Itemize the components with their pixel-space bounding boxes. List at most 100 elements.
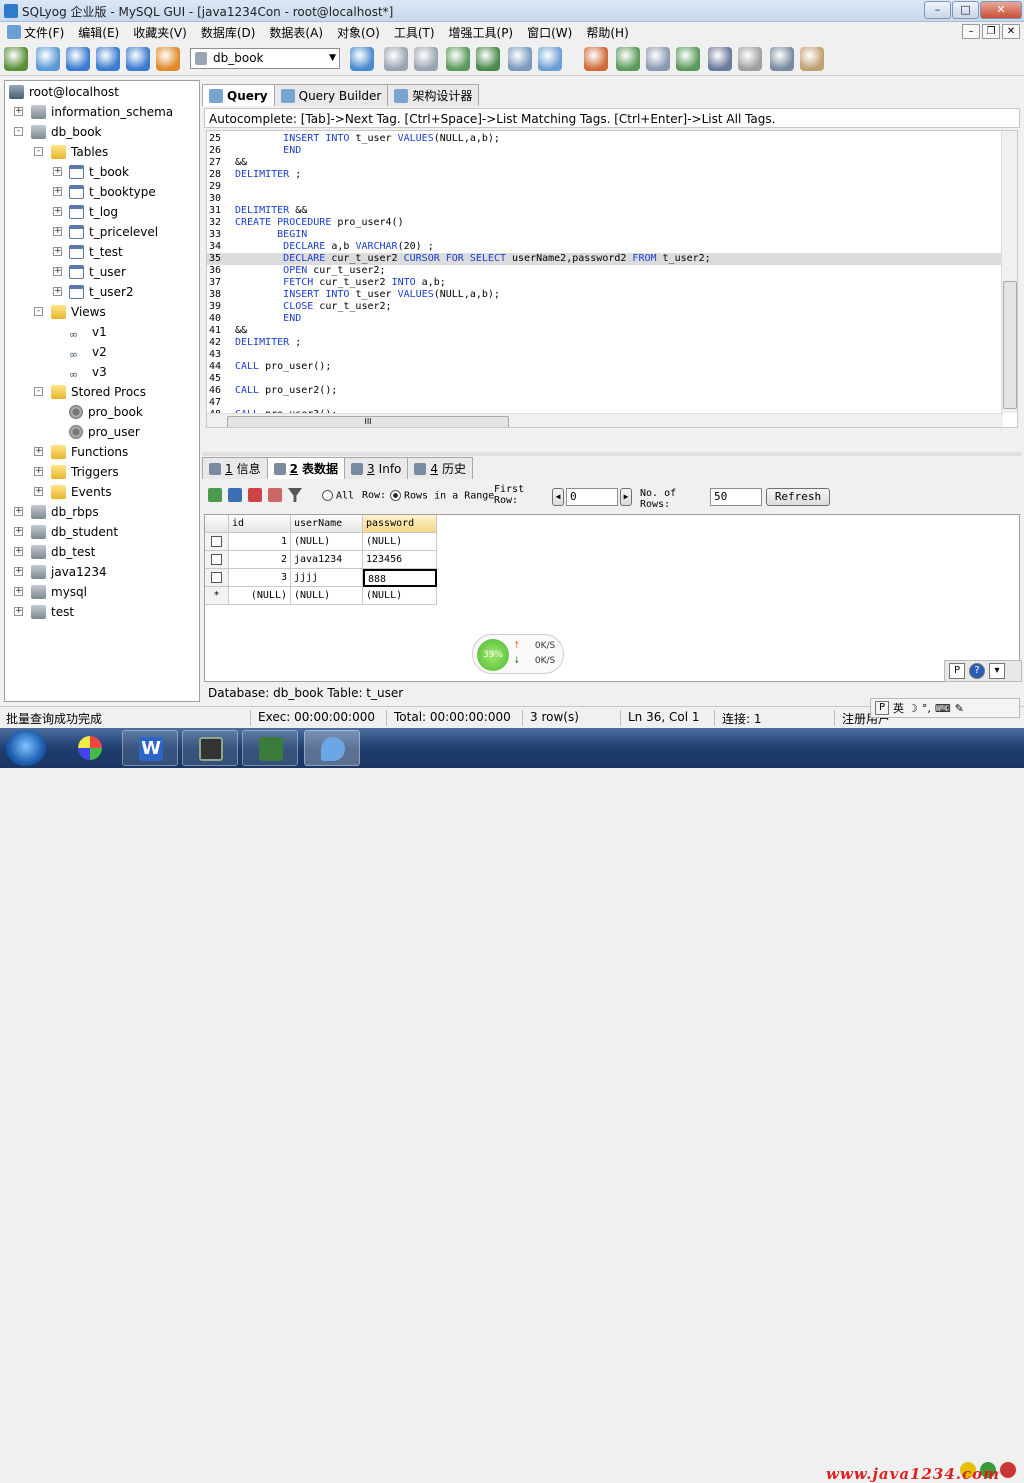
toolbar-button-2[interactable] bbox=[66, 47, 90, 71]
code-line[interactable]: 37 FETCH cur_t_user2 INTO a,b; bbox=[207, 277, 1003, 289]
row-checkbox[interactable] bbox=[211, 535, 222, 547]
result-grid[interactable]: id userName password 1 (NULL) (NULL) 2 java1234… bbox=[204, 514, 1020, 682]
tree-item-views[interactable]: Views bbox=[51, 302, 106, 322]
keyboard-icon[interactable]: ⌨ bbox=[935, 702, 951, 715]
toolbar-button-18[interactable] bbox=[738, 47, 762, 71]
mdi-minimize-button[interactable]: – bbox=[962, 24, 980, 39]
grid-cell[interactable]: 123456 bbox=[363, 551, 437, 569]
tree-item-events[interactable]: Events bbox=[51, 482, 112, 502]
tree-item-db-student[interactable]: db_student bbox=[31, 522, 118, 542]
code-line[interactable]: 26 END bbox=[207, 145, 1003, 157]
object-browser[interactable]: root@localhost + information_schema - db_boo… bbox=[4, 80, 200, 702]
grid-cell[interactable]: (NULL) bbox=[363, 587, 437, 605]
column-header-username[interactable]: userName bbox=[291, 515, 363, 533]
toolbar-button-17[interactable] bbox=[708, 47, 732, 71]
editor-vscroll-thumb[interactable] bbox=[1003, 281, 1017, 409]
tree-item-pro-user[interactable]: pro_user bbox=[69, 422, 140, 442]
code-line[interactable]: 45 bbox=[207, 373, 1003, 385]
menu-item-7[interactable]: 增强工具(P) bbox=[442, 24, 521, 41]
code-line[interactable]: 34 DECLARE a,b VARCHAR(20) ; bbox=[207, 241, 1003, 253]
grid-cell[interactable]: 1 bbox=[229, 533, 291, 551]
filter-icon[interactable] bbox=[288, 488, 302, 502]
expand-icon[interactable]: + bbox=[53, 207, 62, 216]
row-selector[interactable]: * bbox=[205, 587, 229, 605]
result-tab-2[interactable]: 2 表数据 bbox=[266, 457, 346, 479]
ime-mode[interactable]: 英 bbox=[893, 700, 904, 716]
sql-editor[interactable]: 48CALL pro_user3();4746CALL pro_user2();… bbox=[206, 130, 1018, 428]
menu-item-1[interactable]: 编辑(E) bbox=[71, 24, 126, 41]
row-selector[interactable] bbox=[205, 569, 229, 587]
code-line[interactable]: 39 CLOSE cur_t_user2; bbox=[207, 301, 1003, 313]
grid-cell[interactable]: (NULL) bbox=[291, 587, 363, 605]
code-line[interactable]: 28 DELIMITER ; bbox=[207, 169, 1003, 181]
expand-icon[interactable]: + bbox=[14, 567, 23, 576]
tree-item-t-test[interactable]: t_test bbox=[69, 242, 123, 262]
taskbar-terminal[interactable] bbox=[182, 730, 238, 766]
collapse-icon[interactable]: - bbox=[14, 127, 23, 136]
menu-item-2[interactable]: 收藏夹(V) bbox=[126, 24, 194, 41]
delete-row-icon[interactable] bbox=[248, 488, 262, 502]
toolbar-button-15[interactable] bbox=[646, 47, 670, 71]
tree-root-server[interactable]: root@localhost bbox=[9, 82, 119, 102]
database-select[interactable]: db_book ▼ bbox=[190, 48, 340, 69]
expand-icon[interactable]: + bbox=[14, 527, 23, 536]
code-line[interactable]: 47 bbox=[207, 397, 1003, 409]
tree-item-t-log[interactable]: t_log bbox=[69, 202, 118, 222]
toolbar-button-8[interactable] bbox=[414, 47, 438, 71]
grid-cell[interactable]: 888 bbox=[363, 569, 437, 587]
mdi-close-button[interactable]: ✕ bbox=[1002, 24, 1020, 39]
editor-hscroll-thumb[interactable]: III bbox=[227, 416, 509, 427]
tab-schema-designer[interactable]: 架构设计器 bbox=[387, 84, 480, 106]
toolbar-button-3[interactable] bbox=[96, 47, 120, 71]
ime-logo-icon[interactable]: P bbox=[875, 701, 889, 715]
result-tab-3[interactable]: 3 Info bbox=[344, 457, 409, 479]
mdi-restore-button[interactable]: ❐ bbox=[982, 24, 1000, 39]
tree-item-v2[interactable]: ∞ v2 bbox=[69, 342, 107, 362]
expand-icon[interactable]: + bbox=[34, 487, 43, 496]
close-button[interactable]: ✕ bbox=[980, 1, 1022, 19]
code-line[interactable]: 27 && bbox=[207, 157, 1003, 169]
grid-cell[interactable]: (NULL) bbox=[291, 533, 363, 551]
grid-cell[interactable]: jjjj bbox=[291, 569, 363, 587]
tree-item-t-booktype[interactable]: t_booktype bbox=[69, 182, 156, 202]
code-line[interactable]: 43 bbox=[207, 349, 1003, 361]
previous-rows-button[interactable]: ◀ bbox=[552, 488, 564, 506]
code-line[interactable]: 36 OPEN cur_t_user2; bbox=[207, 265, 1003, 277]
tree-item-db-rbps[interactable]: db_rbps bbox=[31, 502, 99, 522]
code-line[interactable]: 46 CALL pro_user2(); bbox=[207, 385, 1003, 397]
tree-item-t-user[interactable]: t_user bbox=[69, 262, 126, 282]
start-button[interactable] bbox=[6, 730, 46, 766]
menu-item-9[interactable]: 帮助(H) bbox=[579, 24, 635, 41]
tree-item-java1234[interactable]: java1234 bbox=[31, 562, 107, 582]
next-rows-button[interactable]: ▶ bbox=[620, 488, 632, 506]
toolbar-button-6[interactable] bbox=[350, 47, 374, 71]
menu-item-6[interactable]: 工具(T) bbox=[387, 24, 442, 41]
tree-item-db-test[interactable]: db_test bbox=[31, 542, 95, 562]
code-line[interactable]: 33 BEGIN bbox=[207, 229, 1003, 241]
toolbar-button-5[interactable] bbox=[156, 47, 180, 71]
expand-icon[interactable]: + bbox=[34, 447, 43, 456]
taskbar-sqlyog[interactable] bbox=[304, 730, 360, 766]
menu-item-4[interactable]: 数据表(A) bbox=[262, 24, 330, 41]
code-line[interactable]: 29 bbox=[207, 181, 1003, 193]
collapse-icon[interactable]: - bbox=[34, 307, 43, 316]
row-selector[interactable] bbox=[205, 551, 229, 569]
expand-icon[interactable]: + bbox=[53, 167, 62, 176]
menu-item-3[interactable]: 数据库(D) bbox=[194, 24, 263, 41]
expand-icon[interactable]: + bbox=[14, 607, 23, 616]
tree-item-stored-procs[interactable]: Stored Procs bbox=[51, 382, 146, 402]
tab-query-builder[interactable]: Query Builder bbox=[273, 84, 389, 106]
punctuation-icon[interactable]: °, bbox=[922, 702, 931, 715]
options-icon[interactable]: ▾ bbox=[989, 663, 1005, 679]
tree-item-information-schema[interactable]: information_schema bbox=[31, 102, 173, 122]
column-header-password[interactable]: password bbox=[363, 515, 437, 533]
expand-icon[interactable]: + bbox=[14, 107, 23, 116]
code-line[interactable]: 42 DELIMITER ; bbox=[207, 337, 1003, 349]
toolbar-button-1[interactable] bbox=[36, 47, 60, 71]
code-line[interactable]: 41 && bbox=[207, 325, 1003, 337]
code-line[interactable]: 25 INSERT INTO t_user VALUES(NULL,a,b); bbox=[207, 133, 1003, 145]
expand-icon[interactable]: + bbox=[53, 227, 62, 236]
expand-icon[interactable]: + bbox=[53, 287, 62, 296]
ime-p-icon[interactable]: P bbox=[949, 663, 965, 679]
expand-icon[interactable]: + bbox=[53, 247, 62, 256]
